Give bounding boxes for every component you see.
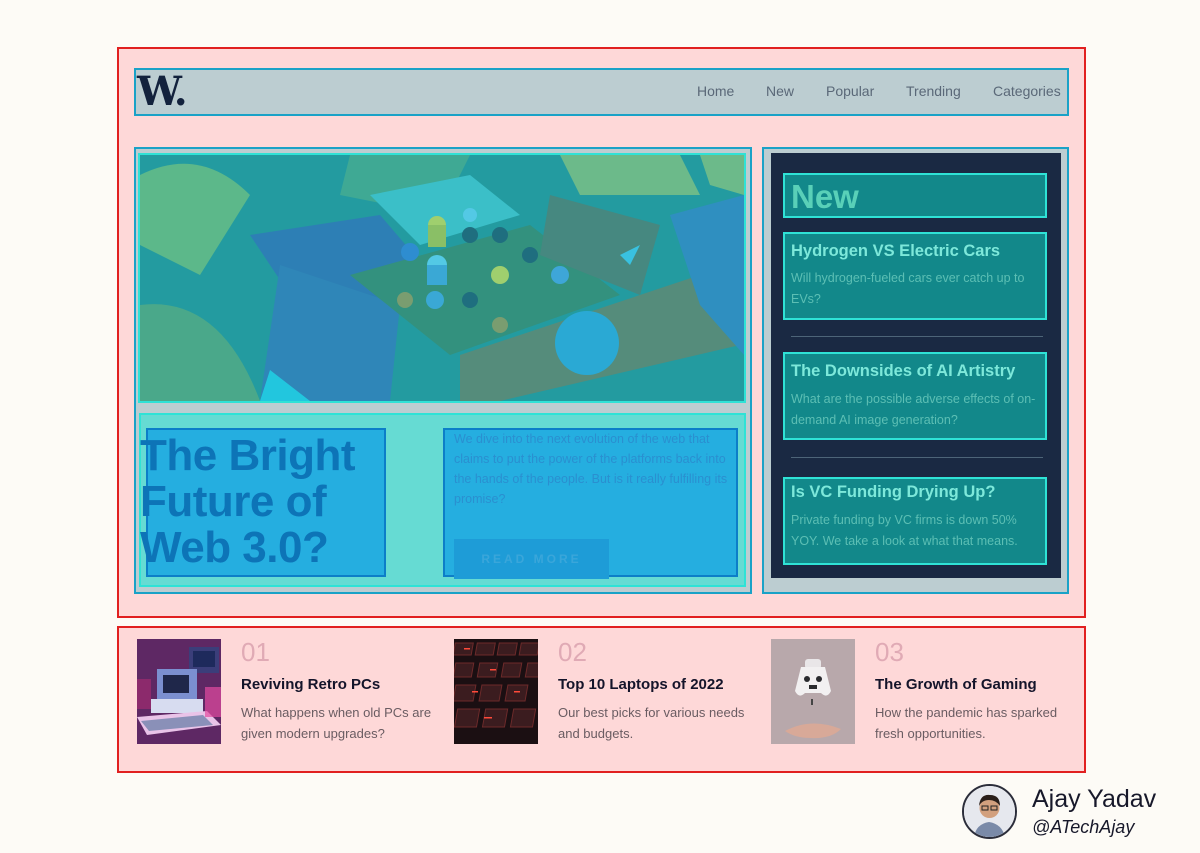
card-number: 01 xyxy=(241,637,270,667)
card-title[interactable]: The Growth of Gaming xyxy=(875,675,1037,695)
hero-title: The Bright Future of Web 3.0? xyxy=(140,431,355,572)
site-logo[interactable]: W. xyxy=(137,70,188,114)
sidebar-item-text: Will hydrogen-fueled cars ever catch up … xyxy=(791,271,1025,306)
sidebar-item-title[interactable]: The Downsides of AI Artistry xyxy=(791,361,1015,381)
nav-new[interactable]: New xyxy=(766,82,794,100)
card-text: Our best picks for various needs and bud… xyxy=(558,705,745,741)
card-text: How the pandemic has sparked fresh oppor… xyxy=(875,705,1058,741)
sidebar-divider xyxy=(791,336,1043,337)
nav-home[interactable]: Home xyxy=(697,82,734,100)
nav-trending[interactable]: Trending xyxy=(906,82,961,100)
card-title[interactable]: Reviving Retro PCs xyxy=(241,675,380,695)
card-number: 03 xyxy=(875,637,904,667)
author-name: Ajay Yadav xyxy=(1032,785,1157,813)
card-number: 02 xyxy=(558,637,587,667)
read-more-button[interactable]: READ MORE xyxy=(454,539,609,579)
sidebar-item-text: Private funding by VC firms is down 50% … xyxy=(791,513,1018,548)
nav-categories[interactable]: Categories xyxy=(993,82,1061,100)
sidebar-title: New xyxy=(791,178,859,215)
gaming-controller-thumbnail[interactable] xyxy=(771,639,855,744)
hero-image xyxy=(138,153,746,403)
card-title[interactable]: Top 10 Laptops of 2022 xyxy=(558,675,724,695)
nav-popular[interactable]: Popular xyxy=(826,82,874,100)
author-handle: @ATechAjay xyxy=(1032,817,1135,837)
card-text: What happens when old PCs are given mode… xyxy=(241,705,432,741)
sidebar-divider xyxy=(791,457,1043,458)
hero-description: We dive into the next evolution of the w… xyxy=(454,432,728,506)
laptop-keyboard-thumbnail[interactable] xyxy=(454,639,538,744)
retro-pc-thumbnail[interactable] xyxy=(137,639,221,744)
sidebar-item-title[interactable]: Hydrogen VS Electric Cars xyxy=(791,241,1000,261)
sidebar-item-title[interactable]: Is VC Funding Drying Up? xyxy=(791,482,995,502)
author-avatar xyxy=(962,784,1017,839)
sidebar-item-text: What are the possible adverse effects of… xyxy=(791,392,1036,427)
